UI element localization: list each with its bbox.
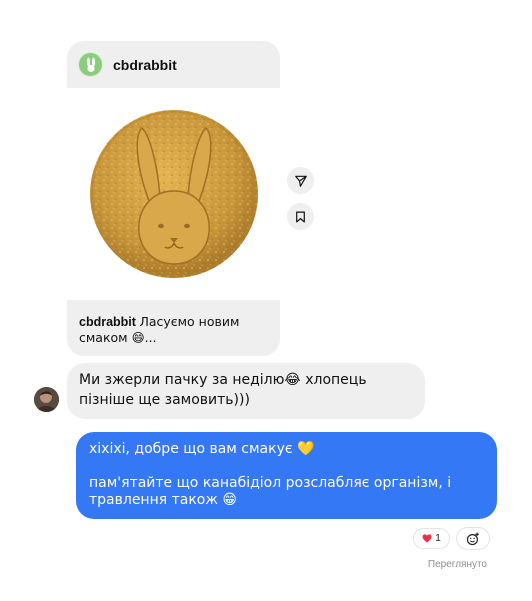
sender-photo xyxy=(34,387,59,412)
smiley-plus-icon xyxy=(466,532,479,545)
outgoing-message[interactable]: хіхіхі, добре що вам смакує 💛 пам'ятайте… xyxy=(76,432,497,519)
message-paragraph-gap xyxy=(89,458,484,475)
incoming-message[interactable]: Ми зжерли пачку за неділю😂 хлопець пізні… xyxy=(67,363,425,419)
bookmark-icon xyxy=(296,211,305,222)
sender-avatar[interactable] xyxy=(34,387,59,412)
heart-icon xyxy=(422,534,432,543)
seen-status: Переглянуто xyxy=(427,559,487,570)
post-header[interactable]: cbdrabbit xyxy=(67,41,280,88)
bunny-logo-icon xyxy=(86,57,95,72)
post-author-name[interactable]: cbdrabbit xyxy=(113,57,177,73)
share-post-button[interactable] xyxy=(287,167,314,194)
post-caption[interactable]: cbdrabbit Ласуємо новим смаком 😄... xyxy=(67,300,280,356)
shared-post-card[interactable]: cbdrabbit cbdrabbit Ласуємо новим смаком… xyxy=(67,41,280,356)
post-image[interactable] xyxy=(67,88,280,300)
rabbit-cookie-image xyxy=(89,110,258,278)
outgoing-message-line1: хіхіхі, добре що вам смакує 💛 xyxy=(89,441,315,457)
caption-author: cbdrabbit xyxy=(79,315,136,329)
save-post-button[interactable] xyxy=(287,203,314,230)
outgoing-message-line2: пам'ятайте що канабідіол розслабляє орга… xyxy=(89,475,452,508)
post-author-avatar[interactable] xyxy=(78,52,103,77)
message-reaction[interactable]: 1 xyxy=(413,528,450,549)
reaction-count: 1 xyxy=(435,533,441,544)
incoming-message-text: Ми зжерли пачку за неділю😂 хлопець пізні… xyxy=(79,372,367,408)
paper-plane-icon xyxy=(294,175,307,187)
add-reaction-button[interactable] xyxy=(456,527,490,550)
